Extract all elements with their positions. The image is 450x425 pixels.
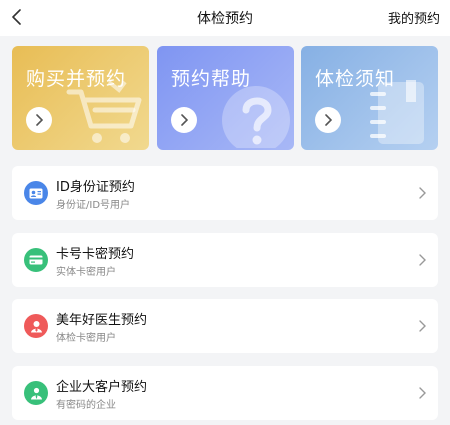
item-subtitle: 实体卡密用户: [56, 267, 116, 278]
quick-action-cards: 购买并预约 预约帮助 体检须知: [12, 46, 438, 150]
item-title: 企业大客户预约: [56, 380, 148, 395]
chevron-right-icon: [414, 250, 430, 270]
exam-notice-card[interactable]: 体检须知: [301, 46, 438, 150]
chevron-right-icon: [181, 114, 188, 126]
item-title: 美年好医生预约: [56, 313, 148, 328]
card-label: 预约帮助: [171, 68, 252, 90]
card-go-button[interactable]: [315, 107, 341, 133]
item-subtitle: 身份证/ID号用户: [56, 200, 131, 211]
list-item-doctor[interactable]: 美年好医生预约 体检卡密用户: [12, 299, 438, 353]
list-item-enterprise[interactable]: 企业大客户预约 有密码的企业: [12, 366, 438, 420]
top-navigation-bar: 体检预约 我的预约: [0, 0, 450, 36]
my-appointments-link[interactable]: 我的预约: [388, 8, 440, 27]
item-subtitle: 体检卡密用户: [56, 333, 116, 344]
chevron-right-icon: [325, 114, 332, 126]
card-label: 体检须知: [315, 68, 396, 90]
enterprise-icon: [24, 381, 48, 405]
card-icon: [24, 248, 48, 272]
list-item-id-card[interactable]: ID身份证预约 身份证/ID号用户: [12, 166, 438, 220]
page-title: 体检预约: [197, 11, 253, 27]
booking-help-card[interactable]: 预约帮助: [157, 46, 294, 150]
chevron-right-icon: [414, 383, 430, 403]
item-title: 卡号卡密预约: [56, 247, 135, 262]
doctor-icon: [24, 314, 48, 338]
card-label: 购买并预约: [26, 68, 127, 90]
item-title: ID身份证预约: [56, 180, 135, 195]
chevron-right-icon: [36, 114, 43, 126]
card-go-button[interactable]: [171, 107, 197, 133]
item-subtitle: 有密码的企业: [56, 400, 116, 411]
buy-and-book-card[interactable]: 购买并预约: [12, 46, 149, 150]
id-card-icon: [24, 181, 48, 205]
card-go-button[interactable]: [26, 107, 52, 133]
chevron-right-icon: [414, 316, 430, 336]
list-item-card-number[interactable]: 卡号卡密预约 实体卡密用户: [12, 233, 438, 287]
chevron-right-icon: [414, 183, 430, 203]
